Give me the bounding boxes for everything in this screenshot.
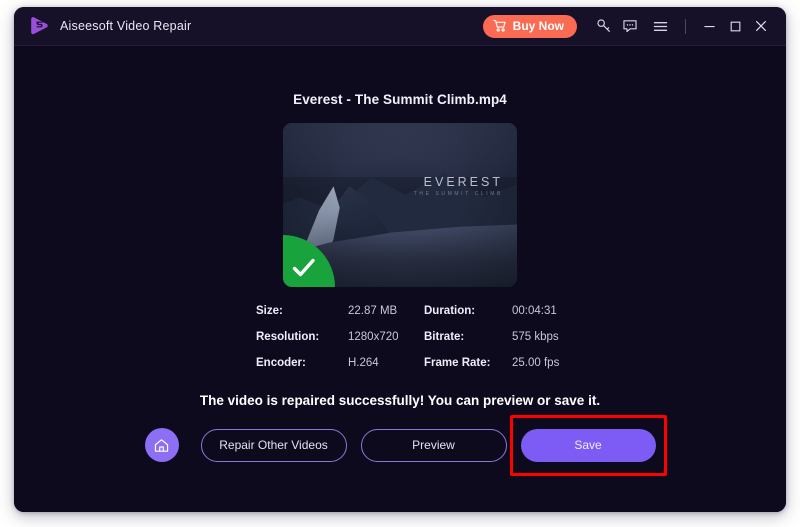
- metadata-label-bitrate: Bitrate:: [424, 331, 465, 343]
- metadata-label-encoder: Encoder:: [256, 357, 306, 369]
- home-button[interactable]: [144, 428, 179, 462]
- metadata-label-size: Size:: [256, 305, 283, 317]
- repair-other-videos-button[interactable]: Repair Other Videos: [200, 428, 347, 462]
- close-icon[interactable]: [748, 13, 774, 39]
- titlebar-controls: Buy Now: [482, 13, 774, 39]
- file-name-label: Everest - The Summit Climb.mp4: [293, 92, 507, 107]
- metadata-value-bitrate: 575 kbps: [512, 331, 559, 343]
- chat-bubble-icon[interactable]: [617, 13, 643, 39]
- hamburger-menu-icon[interactable]: [647, 13, 673, 39]
- home-icon: [153, 437, 170, 454]
- thumbnail-overlay-subtitle: THE SUMMIT CLIMB: [413, 191, 503, 197]
- metadata-label-duration: Duration:: [424, 305, 476, 317]
- save-label: Save: [574, 438, 602, 452]
- action-bar: Repair Other Videos Preview Save: [14, 414, 786, 476]
- shopping-cart-icon: [492, 19, 507, 33]
- application-window: Aiseesoft Video Repair Buy Now Everest -…: [14, 7, 786, 512]
- buy-now-label: Buy Now: [512, 19, 564, 33]
- video-thumbnail[interactable]: EVEREST THE SUMMIT CLIMB: [283, 123, 517, 287]
- minimize-icon[interactable]: [696, 13, 722, 39]
- metadata-label-resolution: Resolution:: [256, 331, 320, 343]
- thumbnail-overlay-title: EVEREST: [423, 175, 503, 189]
- buy-now-button[interactable]: Buy Now: [482, 14, 577, 38]
- repair-other-videos-label: Repair Other Videos: [219, 438, 328, 452]
- preview-button[interactable]: Preview: [360, 428, 507, 462]
- thumbnail-title-overlay: EVEREST THE SUMMIT CLIMB: [414, 175, 503, 197]
- metadata-value-size: 22.87 MB: [348, 305, 398, 317]
- metadata-value-resolution: 1280x720: [348, 331, 399, 343]
- metadata-value-duration: 00:04:31: [512, 305, 557, 317]
- preview-label: Preview: [412, 438, 455, 452]
- titlebar-divider: [685, 18, 686, 34]
- title-bar: Aiseesoft Video Repair Buy Now: [14, 7, 786, 46]
- aiseesoft-play-logo-icon: [28, 15, 50, 37]
- maximize-icon[interactable]: [722, 13, 748, 39]
- metadata-value-encoder: H.264: [348, 357, 379, 369]
- save-button[interactable]: Save: [520, 428, 656, 462]
- app-title: Aiseesoft Video Repair: [60, 19, 192, 33]
- status-message: The video is repaired successfully! You …: [199, 393, 601, 408]
- metadata-label-frame-rate: Frame Rate:: [424, 357, 491, 369]
- video-metadata-table: Size: 22.87 MB Duration: 00:04:31 Resolu…: [256, 305, 559, 369]
- key-icon[interactable]: [591, 13, 617, 39]
- main-content: Everest - The Summit Climb.mp4 EVEREST T…: [14, 46, 786, 512]
- metadata-value-frame-rate: 25.00 fps: [512, 357, 560, 369]
